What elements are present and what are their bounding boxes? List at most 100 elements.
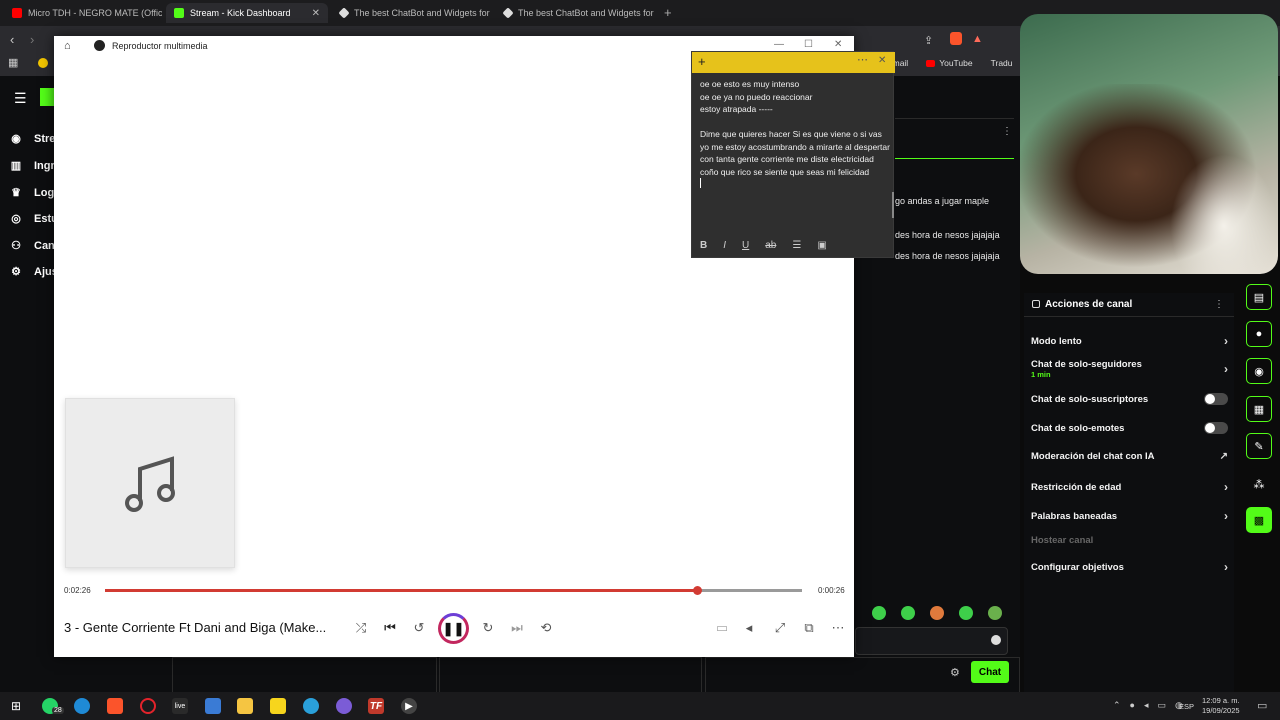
close-tab-icon[interactable]: ✕ [312,8,320,19]
browser-tab[interactable]: The best ChatBot and Widgets for Ki [496,3,656,23]
share-icon[interactable]: ⇪ [924,34,933,47]
actions-header: Acciones de canal ⋮ [1024,293,1234,317]
hamburger-menu-icon[interactable]: ☰ [14,90,27,107]
sidebar-item-achievements[interactable]: ♛ Log [10,186,54,200]
start-button-icon[interactable]: ⊞ [8,698,24,714]
sidebar-item-channel[interactable]: ⚇ Can [10,239,55,253]
sticky-note-text[interactable]: oe oe esto es muy intenso oe oe ya no pu… [700,78,890,188]
edge-icon[interactable] [74,698,90,714]
notifications-icon[interactable]: ▭ [1257,699,1267,712]
sidebar-item-studio[interactable]: ◎ Estu [10,212,58,226]
live-app-icon[interactable]: live [172,698,188,714]
chat-more-icon[interactable]: ⋮ [1002,126,1012,137]
previous-track-icon[interactable]: ⏮ [381,620,399,636]
seek-bar-thumb[interactable] [693,586,703,595]
fullscreen-icon[interactable]: ⤢ [771,620,789,636]
close-note-icon[interactable]: ✕ [878,55,886,66]
sticky-notes-icon[interactable] [270,698,286,714]
rail-cards-button[interactable]: ▦ [1246,396,1272,422]
bookmark-youtube[interactable]: YouTube [926,58,973,68]
emote-icon[interactable] [872,606,886,620]
bullet-list-icon[interactable]: ☰ [792,240,801,251]
strikethrough-icon[interactable]: ab [765,240,776,251]
file-explorer-icon[interactable] [237,698,253,714]
rail-chat-button[interactable]: ● [1246,321,1272,347]
home-icon[interactable]: ⌂ [64,40,71,52]
trophy-icon: ♛ [11,187,21,199]
action-followers-only[interactable]: Chat de solo-seguidores 1 min › [1031,359,1228,379]
shuffle-icon[interactable]: ⤮ [352,620,370,636]
maximize-icon[interactable]: ☐ [804,39,813,50]
new-tab-button[interactable]: + [664,5,672,20]
brave-shield-icon[interactable] [950,32,962,45]
chat-input[interactable] [855,627,1008,655]
battery-icon[interactable]: ▭ [1158,700,1167,711]
emote-icon[interactable] [901,606,915,620]
actions-more-icon[interactable]: ⋮ [1214,299,1224,310]
bold-icon[interactable]: B [700,240,707,251]
note-menu-icon[interactable]: ⋯ [857,53,868,66]
bookmark-translate[interactable]: Tradu [991,58,1013,68]
action-subscribers-only[interactable]: Chat de solo-suscriptores [1031,393,1228,405]
brave-icon[interactable] [107,698,123,714]
emoji-icon[interactable] [991,635,1001,645]
miniplayer-icon[interactable]: ⧉ [800,620,818,636]
sidebar-item-settings[interactable]: ⚙ Ajus [10,265,58,279]
underline-icon[interactable]: U [742,240,749,251]
rail-notes-button[interactable]: ▤ [1246,284,1272,310]
opera-icon[interactable] [140,698,156,714]
captions-icon[interactable]: ▭ [713,620,731,636]
rail-clapper-button[interactable]: ▩ [1246,507,1272,533]
kick-logo[interactable] [40,88,54,106]
seek-bar[interactable] [105,586,802,595]
close-icon[interactable]: ✕ [834,39,842,50]
media-player-taskbar-icon[interactable]: ▶ [401,698,417,714]
brave-rewards-icon[interactable]: ▲ [972,33,983,45]
action-banned-words[interactable]: Palabras baneadas › [1031,509,1228,523]
telegram-icon[interactable] [303,698,319,714]
back-arrow-icon[interactable]: ‹ [10,32,14,47]
insert-image-icon[interactable]: ▣ [817,240,826,251]
emote-icon[interactable] [959,606,973,620]
rail-tools-button[interactable]: ✎ [1246,433,1272,459]
note-scrollbar[interactable] [892,192,894,218]
volume-icon[interactable]: ◂ [740,620,758,636]
sidebar-item-income[interactable]: ▥ Ingr [10,159,55,173]
apps-grid-icon[interactable]: ▦ [8,56,18,69]
cards-icon: ▦ [1253,403,1265,416]
repeat-icon[interactable]: ⟲ [537,620,555,636]
action-age-restriction[interactable]: Restricción de edad › [1031,480,1228,494]
input-language[interactable]: ESP [1179,702,1194,711]
minimize-icon[interactable]: — [774,39,784,50]
forward-30-icon[interactable]: ↻ [479,620,497,636]
clock[interactable]: 12:09 a. m. 19/09/2025 [1202,696,1240,716]
next-track-icon[interactable]: ⏭ [508,620,526,636]
emote-icon[interactable] [988,606,1002,620]
browser-tab[interactable]: Micro TDH - NEGRO MATE (Official V [4,3,162,23]
botrix-icon [338,7,350,19]
tiktok-studio-icon[interactable]: TF [368,698,384,714]
italic-icon[interactable]: I [723,240,726,251]
action-emotes-only[interactable]: Chat de solo-emotes [1031,422,1228,434]
subscribers-only-toggle[interactable] [1204,393,1228,405]
discord-icon[interactable] [336,698,352,714]
calculator-app-icon[interactable] [205,698,221,714]
more-options-icon[interactable]: ⋯ [829,620,847,636]
rail-broadcast-button[interactable]: ◉ [1246,358,1272,384]
rail-connections-button[interactable]: ⁂ [1246,471,1272,497]
action-slow-mode[interactable]: Modo lento › [1031,334,1228,348]
browser-tab-active[interactable]: Stream - Kick Dashboard ✕ [166,3,328,23]
speaker-icon[interactable]: ◂ [1144,700,1149,711]
rewind-10-icon[interactable]: ↺ [410,620,428,636]
tray-chevron-icon[interactable]: ⌃ [1113,700,1121,711]
sidebar-item-stream[interactable]: ◉ Stre [10,132,55,146]
microphone-icon[interactable]: ● [1130,700,1135,711]
add-note-icon[interactable]: + [698,54,706,69]
pause-button[interactable]: ❚❚ [438,613,469,644]
action-ai-moderation[interactable]: Moderación del chat con IA ↗ [1031,451,1228,462]
browser-tab[interactable]: The best ChatBot and Widgets for Ki [332,3,492,23]
emote-icon[interactable] [930,606,944,620]
forward-arrow-icon[interactable]: › [30,32,34,47]
emotes-only-toggle[interactable] [1204,422,1228,434]
action-configure-goals[interactable]: Configurar objetivos › [1031,560,1228,574]
